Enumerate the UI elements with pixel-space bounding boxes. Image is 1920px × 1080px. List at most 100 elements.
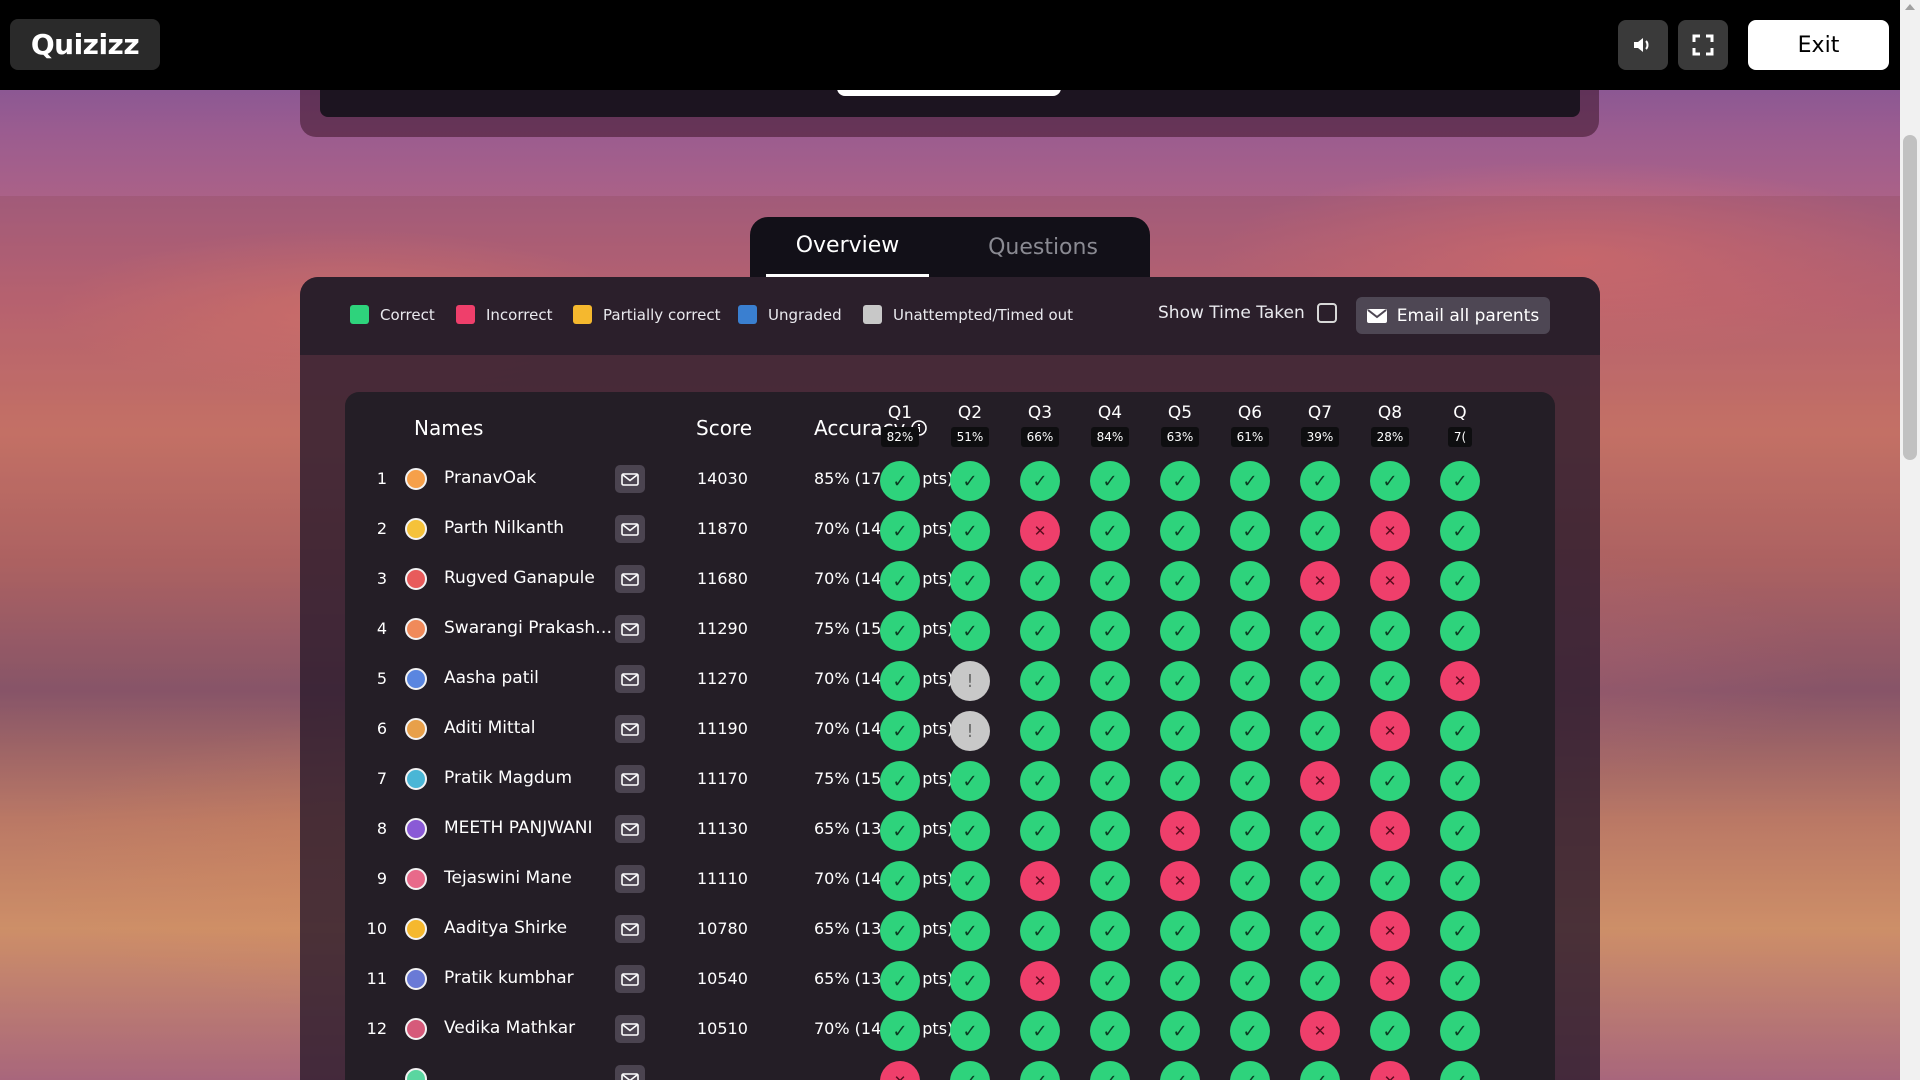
result-correct[interactable]: ✓ (1160, 461, 1200, 501)
result-incorrect[interactable]: ✕ (1370, 961, 1410, 1001)
result-correct[interactable]: ✓ (1230, 811, 1270, 851)
result-correct[interactable]: ✓ (1020, 711, 1060, 751)
result-correct[interactable]: ✓ (950, 511, 990, 551)
result-correct[interactable]: ✓ (1230, 911, 1270, 951)
result-correct[interactable]: ✓ (1440, 561, 1480, 601)
result-correct[interactable]: ✓ (1090, 911, 1130, 951)
scrollbar-thumb[interactable] (1903, 135, 1917, 460)
result-incorrect[interactable]: ✕ (1300, 1011, 1340, 1051)
result-correct[interactable]: ✓ (950, 611, 990, 651)
result-correct[interactable]: ✓ (880, 711, 920, 751)
result-correct[interactable]: ✓ (1370, 761, 1410, 801)
result-correct[interactable]: ✓ (950, 861, 990, 901)
result-incorrect[interactable]: ✕ (1370, 511, 1410, 551)
result-correct[interactable]: ✓ (1300, 461, 1340, 501)
result-correct[interactable]: ✓ (880, 661, 920, 701)
result-incorrect[interactable]: ✕ (1020, 511, 1060, 551)
result-correct[interactable]: ✓ (1020, 911, 1060, 951)
result-correct[interactable]: ✓ (1300, 711, 1340, 751)
result-incorrect[interactable]: ✕ (1370, 561, 1410, 601)
student-name[interactable]: Swarangi Prakash… (444, 618, 612, 638)
result-correct[interactable]: ✓ (880, 1011, 920, 1051)
result-incorrect[interactable]: ✕ (880, 1061, 920, 1080)
result-correct[interactable]: ✓ (950, 911, 990, 951)
question-header[interactable]: Q1 82% (874, 403, 926, 447)
result-incorrect[interactable]: ✕ (1370, 1061, 1410, 1080)
table-row[interactable]: 7Pratik Magdum1117075% (15 / 20 pts)✓✓✓✓… (345, 755, 1555, 805)
question-header[interactable]: Q7 39% (1294, 403, 1346, 447)
result-correct[interactable]: ✓ (950, 961, 990, 1001)
result-correct[interactable]: ✓ (1440, 461, 1480, 501)
result-correct[interactable]: ✓ (1230, 1061, 1270, 1080)
result-correct[interactable]: ✓ (1020, 611, 1060, 651)
email-parent-button[interactable] (615, 915, 645, 943)
table-row[interactable]: 6Aditi Mittal1119070% (14 / 20 pts)✓!✓✓✓… (345, 705, 1555, 755)
table-row[interactable]: 8MEETH PANJWANI1113065% (13 / 20 pts)✓✓✓… (345, 805, 1555, 855)
result-correct[interactable]: ✓ (880, 911, 920, 951)
result-correct[interactable]: ✓ (1230, 1011, 1270, 1051)
table-row[interactable]: 10Aaditya Shirke1078065% (13 / 20 pts)✓✓… (345, 905, 1555, 955)
email-parent-button[interactable] (615, 1015, 645, 1043)
result-correct[interactable]: ✓ (880, 861, 920, 901)
email-parent-button[interactable] (615, 1065, 645, 1080)
result-correct[interactable]: ✓ (1440, 611, 1480, 651)
table-row[interactable]: 3Rugved Ganapule1168070% (14 / 20 pts)✓✓… (345, 555, 1555, 605)
question-header[interactable]: Q8 28% (1364, 403, 1416, 447)
email-parent-button[interactable] (615, 865, 645, 893)
email-parent-button[interactable] (615, 465, 645, 493)
result-correct[interactable]: ✓ (1090, 1011, 1130, 1051)
result-correct[interactable]: ✓ (1440, 1011, 1480, 1051)
question-header[interactable]: Q4 84% (1084, 403, 1136, 447)
result-correct[interactable]: ✓ (1440, 761, 1480, 801)
result-correct[interactable]: ✓ (950, 1061, 990, 1080)
result-correct[interactable]: ✓ (1370, 1011, 1410, 1051)
result-correct[interactable]: ✓ (880, 461, 920, 501)
result-correct[interactable]: ✓ (1300, 661, 1340, 701)
result-correct[interactable]: ✓ (1230, 561, 1270, 601)
result-correct[interactable]: ✓ (950, 811, 990, 851)
email-parent-button[interactable] (615, 515, 645, 543)
result-correct[interactable]: ✓ (1300, 861, 1340, 901)
result-correct[interactable]: ✓ (880, 511, 920, 551)
result-correct[interactable]: ✓ (1160, 1061, 1200, 1080)
email-parent-button[interactable] (615, 715, 645, 743)
result-correct[interactable]: ✓ (1160, 911, 1200, 951)
result-unattempted[interactable]: ! (950, 661, 990, 701)
email-parent-button[interactable] (615, 565, 645, 593)
result-incorrect[interactable]: ✕ (1370, 711, 1410, 751)
result-correct[interactable]: ✓ (1300, 511, 1340, 551)
show-time-checkbox[interactable] (1316, 303, 1337, 323)
student-name[interactable]: Pratik Magdum (444, 768, 572, 788)
email-parent-button[interactable] (615, 665, 645, 693)
question-header[interactable]: Q2 51% (944, 403, 996, 447)
table-row[interactable]: 5Aasha patil1127070% (14 / 20 pts)✓!✓✓✓✓… (345, 655, 1555, 705)
sound-button[interactable] (1618, 20, 1668, 70)
result-correct[interactable]: ✓ (1300, 1061, 1340, 1080)
result-correct[interactable]: ✓ (1090, 511, 1130, 551)
page-scrollbar[interactable] (1900, 0, 1920, 1080)
result-correct[interactable]: ✓ (880, 961, 920, 1001)
student-name[interactable]: Vedika Mathkar (444, 1018, 575, 1038)
result-correct[interactable]: ✓ (1230, 711, 1270, 751)
result-correct[interactable]: ✓ (1020, 761, 1060, 801)
result-correct[interactable]: ✓ (1230, 611, 1270, 651)
table-row[interactable]: 11Pratik kumbhar1054065% (13 / 20 pts)✓✓… (345, 955, 1555, 1005)
result-correct[interactable]: ✓ (1160, 1011, 1200, 1051)
result-correct[interactable]: ✓ (950, 461, 990, 501)
result-correct[interactable]: ✓ (1160, 661, 1200, 701)
exit-button[interactable]: Exit (1748, 20, 1889, 70)
quizizz-logo[interactable]: Quizizz (10, 19, 160, 70)
email-all-parents-button[interactable]: Email all parents (1356, 297, 1550, 334)
result-correct[interactable]: ✓ (950, 761, 990, 801)
result-incorrect[interactable]: ✕ (1020, 861, 1060, 901)
result-correct[interactable]: ✓ (1160, 511, 1200, 551)
tab-questions[interactable]: Questions (953, 217, 1133, 277)
result-correct[interactable]: ✓ (1090, 761, 1130, 801)
result-correct[interactable]: ✓ (1440, 811, 1480, 851)
result-correct[interactable]: ✓ (1300, 961, 1340, 1001)
student-name[interactable]: MEETH PANJWANI (444, 818, 592, 838)
student-name[interactable]: Parth Nilkanth (444, 518, 564, 538)
result-correct[interactable]: ✓ (1160, 611, 1200, 651)
question-header[interactable]: Q3 66% (1014, 403, 1066, 447)
result-correct[interactable]: ✓ (1370, 461, 1410, 501)
